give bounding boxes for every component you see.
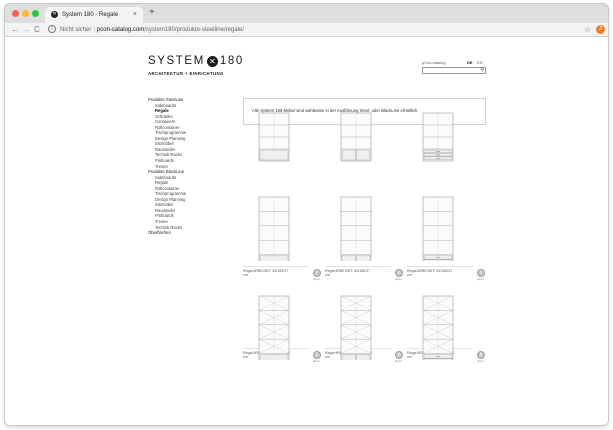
drawer <box>423 153 453 157</box>
pcon-info-icon[interactable]: i <box>395 351 403 359</box>
pcon-info-icon[interactable]: i <box>313 351 321 359</box>
product-image[interactable] <box>243 111 309 177</box>
browser-toolbar: ← → C i Nicht sicher | pcon-catalog.com/sy… <box>5 23 608 37</box>
search-input[interactable]: ⚲ <box>422 67 486 74</box>
close-window-icon[interactable] <box>12 10 19 17</box>
pcon-info-icon[interactable]: i <box>477 269 485 277</box>
logo-text-180: 180 <box>219 55 244 67</box>
product-image[interactable] <box>325 195 391 261</box>
favicon-icon: ✕ <box>51 11 58 18</box>
drawer <box>423 156 453 160</box>
profile-avatar[interactable]: J <box>596 25 605 34</box>
catalog-link[interactable]: pCon.catalog <box>422 60 446 65</box>
url-host: pcon-catalog.com <box>96 27 145 33</box>
door-left <box>341 354 356 360</box>
minimize-window-icon[interactable] <box>22 10 29 17</box>
tab-title: System 180 - Regale <box>62 12 119 18</box>
pcon-info-caption: pCon <box>477 359 484 363</box>
title-bar: ✕ System 180 - Regale × + <box>5 4 608 23</box>
logo-text-system: SYSTEM <box>148 55 205 67</box>
pcon-info-caption: pCon <box>313 277 320 281</box>
product-card[interactable]: Regal #R7240 BHT: 94/222/37cmipCon <box>243 294 309 425</box>
pcon-info-caption: pCon <box>395 277 402 281</box>
sidebar-item[interactable]: Oberflächen <box>148 230 228 236</box>
product-card[interactable]: Regal #R7149 BHT: 94/222/37cmipCon <box>325 294 391 425</box>
site-info-icon[interactable]: i <box>48 25 56 33</box>
product-image[interactable] <box>325 111 391 177</box>
page-content: SYSTEM ✕ 180 ARCHITEKTUR + EINRICHTUNG p… <box>5 38 608 425</box>
door-right <box>356 255 371 261</box>
product-image[interactable] <box>243 294 309 360</box>
url-path: /system180/produkte-steelline/regale/ <box>144 27 244 33</box>
pcon-info-icon[interactable]: i <box>395 269 403 277</box>
door-left <box>341 149 356 161</box>
door-left <box>341 255 356 261</box>
language-de-link[interactable]: DE <box>467 60 473 65</box>
door-right <box>356 354 371 360</box>
browser-window: ✕ System 180 - Regale × + ← → C i Nicht … <box>5 4 608 425</box>
maximize-window-icon[interactable] <box>32 10 39 17</box>
door-panel <box>259 255 289 261</box>
reload-icon[interactable]: C <box>34 24 40 35</box>
door-right <box>356 149 371 161</box>
drawer <box>423 149 453 153</box>
pcon-info-icon[interactable]: i <box>313 269 321 277</box>
category-sidebar: Produkte SteelLine Sideboards Regale Schrän… <box>148 97 228 236</box>
pcon-info-caption: pCon <box>477 277 484 281</box>
drawer <box>423 354 453 359</box>
drawer <box>423 259 453 261</box>
security-label: Nicht sicher <box>60 27 92 33</box>
door-panel <box>259 149 289 161</box>
tab-close-icon[interactable]: × <box>133 10 137 19</box>
back-icon[interactable]: ← <box>11 24 19 35</box>
product-image[interactable] <box>243 195 309 261</box>
logo-wordmark: SYSTEM ✕ 180 <box>148 55 244 68</box>
product-image[interactable] <box>325 294 391 360</box>
pcon-info-caption: pCon <box>313 359 320 363</box>
pcon-info-icon[interactable]: i <box>477 351 485 359</box>
forward-icon[interactable]: → <box>22 24 30 35</box>
product-image[interactable] <box>407 195 473 261</box>
door-panel <box>259 354 289 360</box>
language-en-link[interactable]: EN <box>477 60 483 65</box>
new-tab-button[interactable]: + <box>149 6 155 20</box>
product-image[interactable] <box>407 111 473 177</box>
site-logo[interactable]: SYSTEM ✕ 180 ARCHITEKTUR + EINRICHTUNG <box>148 55 244 77</box>
logo-subtitle: ARCHITEKTUR + EINRICHTUNG <box>148 71 224 76</box>
drawer <box>423 358 453 360</box>
product-image[interactable] <box>407 294 473 360</box>
browser-tab[interactable]: ✕ System 180 - Regale × <box>45 7 143 23</box>
product-card[interactable]: Regal #R7501 BHT: 94/222/37cmipCon <box>407 294 473 425</box>
address-bar[interactable]: Nicht sicher | pcon-catalog.com/system180/… <box>60 25 244 35</box>
search-icon[interactable]: ⚲ <box>480 67 484 74</box>
pcon-info-caption: pCon <box>395 359 402 363</box>
drawer <box>423 255 453 260</box>
url-separator: | <box>93 27 95 33</box>
logo-mark-icon: ✕ <box>206 56 218 67</box>
bookmark-star-icon[interactable]: ☆ <box>584 24 591 35</box>
